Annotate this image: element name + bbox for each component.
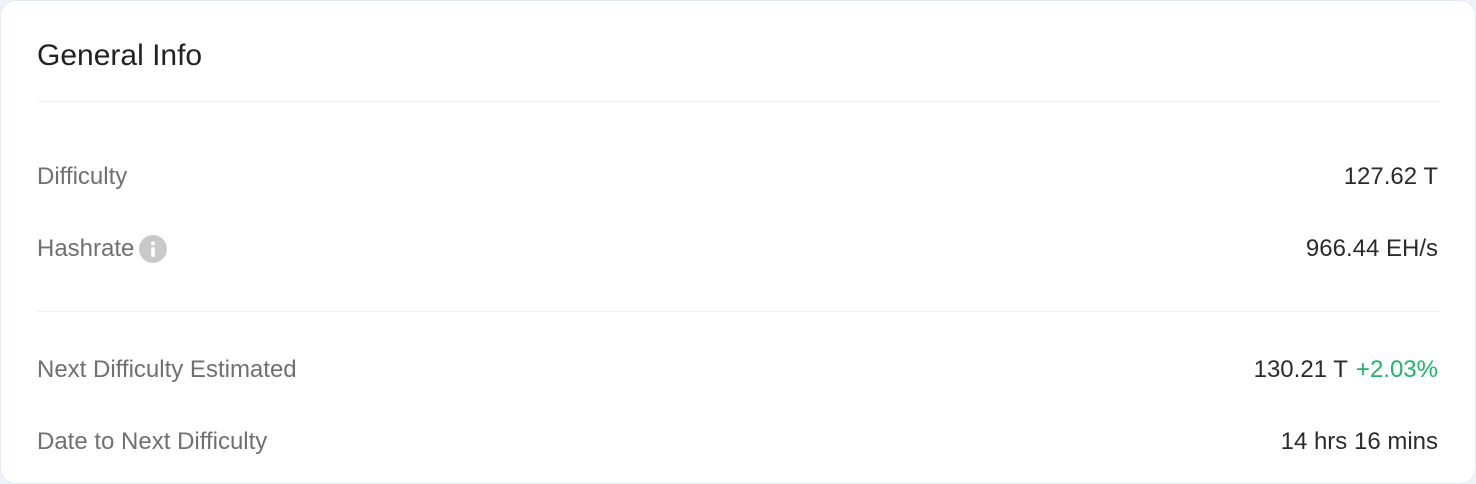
hashrate-value: 966.44 EH/s <box>1305 235 1438 262</box>
info-icon[interactable] <box>139 235 168 263</box>
section-divider <box>37 311 1439 312</box>
card-title: General Info <box>37 39 203 72</box>
hashrate-label: Hashrate <box>37 235 135 262</box>
hashrate-row: Hashrate 966.44 EH/s <box>37 234 1438 264</box>
next-difficulty-row: Next Difficulty Estimated 130.21 T +2.03% <box>37 355 1438 385</box>
next-difficulty-value: 130.21 T <box>1253 356 1348 383</box>
header-divider <box>37 101 1439 102</box>
hashrate-label-group: Hashrate <box>37 235 168 263</box>
date-to-next-difficulty-row: Date to Next Difficulty 14 hrs 16 mins <box>37 427 1438 457</box>
difficulty-row: Difficulty 127.62 T <box>37 162 1438 192</box>
difficulty-value: 127.62 T <box>1343 163 1438 190</box>
date-to-next-difficulty-label: Date to Next Difficulty <box>37 428 268 455</box>
next-difficulty-value-group: 130.21 T +2.03% <box>1254 356 1438 384</box>
difficulty-label: Difficulty <box>37 163 128 190</box>
date-to-next-difficulty-value: 14 hrs 16 mins <box>1280 428 1438 455</box>
general-info-card: General Info Difficulty 127.62 T Hashrat… <box>0 0 1476 484</box>
difficulty-change-percent: +2.03% <box>1355 356 1438 383</box>
next-difficulty-label: Next Difficulty Estimated <box>37 356 297 383</box>
